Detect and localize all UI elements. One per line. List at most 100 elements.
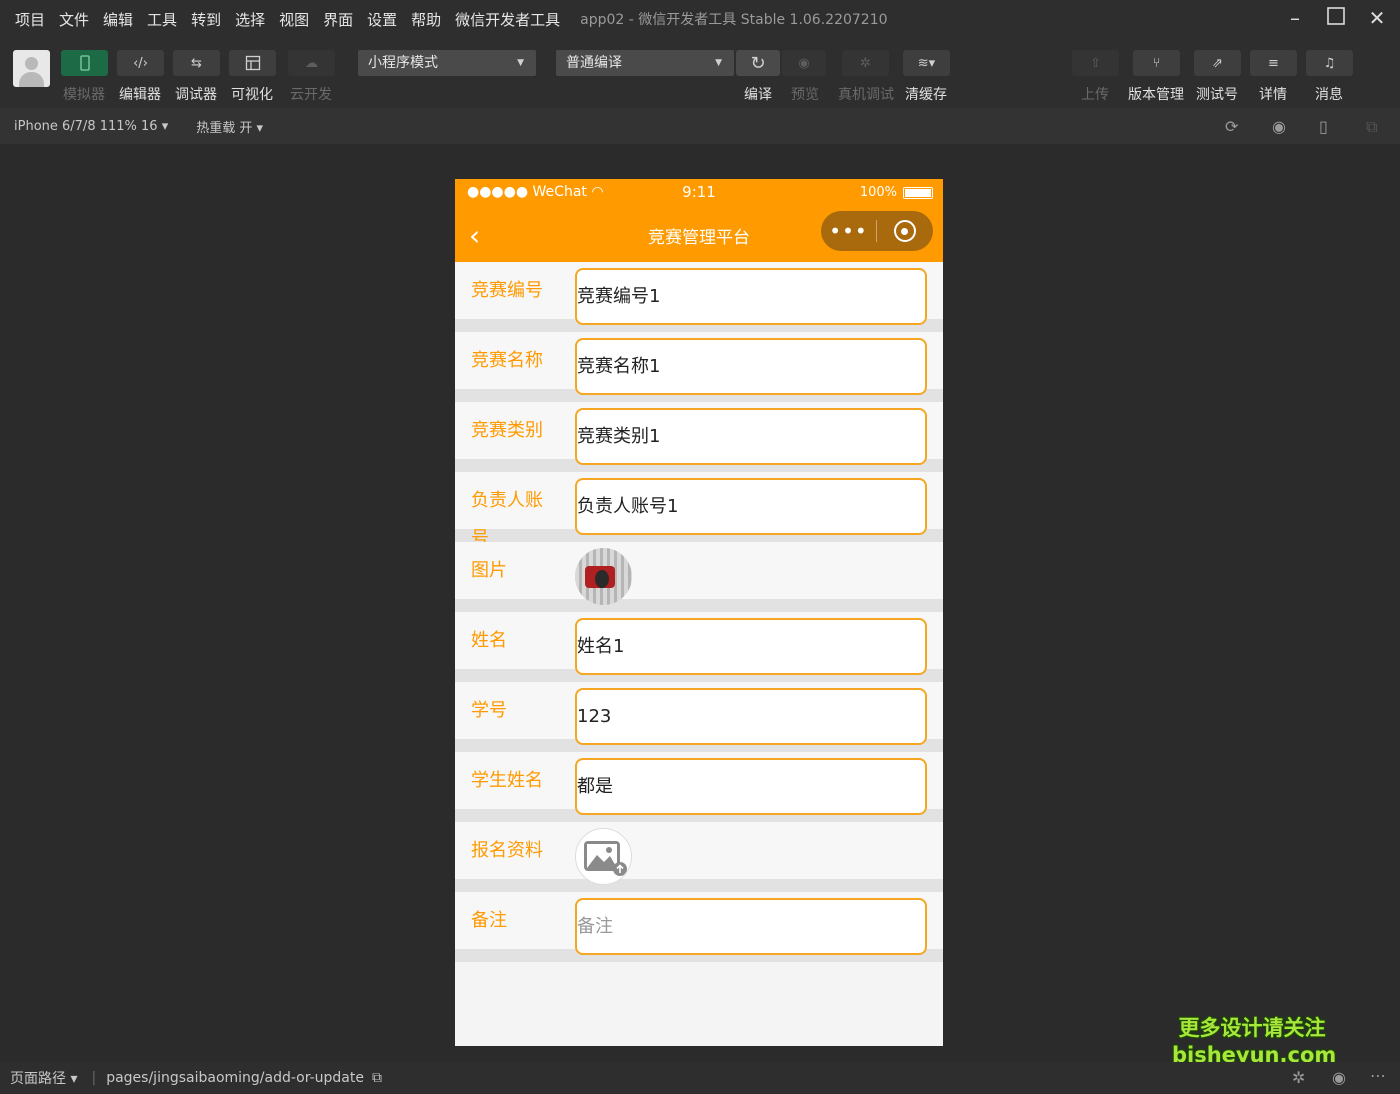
device-select[interactable]: iPhone 6/7/8 111% 16 ▾ xyxy=(14,119,168,134)
battery-icon xyxy=(903,186,933,199)
mode-select-value: 小程序模式 xyxy=(368,55,438,71)
menu-item-edit[interactable]: 编辑 xyxy=(103,9,133,30)
clear-cache-label: 清缓存 xyxy=(905,87,947,103)
minimize-icon[interactable]: – xyxy=(1282,6,1308,30)
test-account-label: 测试号 xyxy=(1196,87,1238,103)
remark-input[interactable]: 备注 xyxy=(575,898,927,955)
device-icon[interactable]: ▯ xyxy=(1319,117,1328,136)
compile-select[interactable]: 普通编译 ▼ xyxy=(556,50,734,76)
debugger-label: 调试器 xyxy=(175,87,217,103)
form-row-image: 图片 xyxy=(455,542,943,612)
form-row-registration-file: 报名资料 xyxy=(455,822,943,892)
details-button[interactable]: ≡ xyxy=(1250,50,1297,76)
name-input[interactable]: 姓名1 xyxy=(575,618,927,675)
form-row-student-name: 学生姓名 都是 xyxy=(455,752,943,822)
upload-image-icon[interactable] xyxy=(575,828,632,885)
simulator-label: 模拟器 xyxy=(63,87,105,103)
compile-button[interactable]: ↻ xyxy=(736,50,780,76)
eye-icon[interactable]: ◉ xyxy=(1332,1068,1346,1087)
upload-label: 上传 xyxy=(1081,87,1109,103)
more-dots-icon[interactable]: ••• xyxy=(821,219,876,243)
form-row-competition-number: 竞赛编号 竞赛编号1 xyxy=(455,262,943,332)
menu-item-project[interactable]: 项目 xyxy=(15,9,45,30)
cloud-button[interactable]: ☁ xyxy=(288,50,335,76)
page-path-label[interactable]: 页面路径 ▾ xyxy=(10,1068,77,1088)
watermark: 更多设计请关注 bisheyun.com xyxy=(1172,1015,1336,1069)
bottom-status-bar: 页面路径 ▾ | pages/jingsaibaoming/add-or-upd… xyxy=(0,1062,1400,1094)
phone-status-bar: ●●●●● WeChat ◠ 9:11 100% xyxy=(455,179,943,207)
phone-nav-bar: ‹ 竞赛管理平台 ••• xyxy=(455,207,943,262)
rotate-icon[interactable]: ⟳ xyxy=(1225,117,1238,136)
field-label: 学号 xyxy=(471,700,507,721)
preview-label: 预览 xyxy=(791,87,819,103)
owner-account-input[interactable]: 负责人账号1 xyxy=(575,478,927,535)
record-icon[interactable]: ◉ xyxy=(1272,117,1286,136)
menu-item-select[interactable]: 选择 xyxy=(235,9,265,30)
version-label: 版本管理 xyxy=(1128,87,1184,103)
device-select-value: iPhone 6/7/8 111% 16 xyxy=(14,118,158,134)
layers-icon: ≋▾ xyxy=(917,55,936,71)
phone-icon xyxy=(79,55,90,71)
window-title: app02 - 微信开发者工具 Stable 1.06.2207210 xyxy=(580,12,888,28)
remote-debug-button[interactable]: ✲ xyxy=(842,50,889,76)
menu-item-goto[interactable]: 转到 xyxy=(191,9,221,30)
branch-icon: ⑂ xyxy=(1152,55,1161,71)
field-label: 报名资料 xyxy=(471,840,543,861)
competition-category-input[interactable]: 竞赛类别1 xyxy=(575,408,927,465)
more-icon[interactable]: ⋯ xyxy=(1370,1066,1386,1085)
menu-item-devtools[interactable]: 微信开发者工具 xyxy=(455,9,560,30)
menu-item-help[interactable]: 帮助 xyxy=(411,9,441,30)
test-account-button[interactable]: ⇗ xyxy=(1194,50,1241,76)
close-miniprogram-icon[interactable] xyxy=(877,220,932,242)
messages-button[interactable]: ♫ xyxy=(1306,50,1353,76)
menu-icon: ≡ xyxy=(1268,55,1279,71)
student-name-input[interactable]: 都是 xyxy=(575,758,927,815)
menu-item-settings[interactable]: 设置 xyxy=(367,9,397,30)
field-label: 图片 xyxy=(471,560,507,581)
phone-simulator: ●●●●● WeChat ◠ 9:11 100% ‹ 竞赛管理平台 ••• 竞赛… xyxy=(455,179,943,1046)
refresh-icon: ↻ xyxy=(750,52,766,74)
competition-name-input[interactable]: 竞赛名称1 xyxy=(575,338,927,395)
remote-debug-label: 真机调试 xyxy=(838,87,894,103)
editor-button[interactable]: ‹/› xyxy=(117,50,164,76)
layout-icon xyxy=(245,55,260,71)
menu-item-tools[interactable]: 工具 xyxy=(147,9,177,30)
toolbar: 模拟器 ‹/› 编辑器 ⇆ 调试器 可视化 ☁ 云开发 小程序模式 ▼ 普通编译… xyxy=(0,38,1400,108)
version-button[interactable]: ⑂ xyxy=(1133,50,1180,76)
copy-icon[interactable]: ⧉ xyxy=(372,1070,382,1086)
eye-icon: ◉ xyxy=(798,55,810,71)
field-label: 学生姓名 xyxy=(471,770,543,791)
preview-button[interactable]: ◉ xyxy=(782,50,826,76)
form-row-competition-name: 竞赛名称 竞赛名称1 xyxy=(455,332,943,402)
clear-cache-button[interactable]: ≋▾ xyxy=(903,50,950,76)
window-icon[interactable]: ⧉ xyxy=(1366,117,1377,137)
menu-item-file[interactable]: 文件 xyxy=(59,9,89,30)
form-row-owner-account: 负责人账号 负责人账号1 xyxy=(455,472,943,549)
simulator-button[interactable] xyxy=(61,50,108,76)
hot-reload-select[interactable]: 热重载 开 ▾ xyxy=(196,117,263,136)
maximize-icon[interactable] xyxy=(1323,6,1349,31)
menu-item-interface[interactable]: 界面 xyxy=(323,9,353,30)
cloud-label: 云开发 xyxy=(290,87,332,103)
code-icon: ‹/› xyxy=(133,55,148,71)
watermark-line-1: 更多设计请关注 xyxy=(1178,1016,1326,1040)
form-row-competition-category: 竞赛类别 竞赛类别1 xyxy=(455,402,943,472)
visual-button[interactable] xyxy=(229,50,276,76)
close-icon[interactable]: ✕ xyxy=(1364,6,1390,30)
student-id-input[interactable]: 123 xyxy=(575,688,927,745)
competition-number-input[interactable]: 竞赛编号1 xyxy=(575,268,927,325)
menu-item-view[interactable]: 视图 xyxy=(279,9,309,30)
compile-select-value: 普通编译 xyxy=(566,55,622,71)
image-thumbnail[interactable] xyxy=(575,548,632,605)
debugger-button[interactable]: ⇆ xyxy=(173,50,220,76)
hot-reload-value: 热重载 开 xyxy=(196,120,253,136)
mode-select[interactable]: 小程序模式 ▼ xyxy=(358,50,536,76)
bug-icon[interactable]: ✲ xyxy=(1292,1068,1305,1087)
simulator-subbar: iPhone 6/7/8 111% 16 ▾ 热重载 开 ▾ ⟳ ◉ ▯ ⧉ xyxy=(0,108,1400,144)
upload-icon: ⇧ xyxy=(1090,55,1101,71)
avatar[interactable] xyxy=(13,50,50,87)
chevron-down-icon: ▼ xyxy=(715,58,722,68)
upload-button[interactable]: ⇧ xyxy=(1072,50,1119,76)
chevron-down-icon: ▼ xyxy=(517,58,524,68)
bug-icon: ✲ xyxy=(860,55,871,71)
